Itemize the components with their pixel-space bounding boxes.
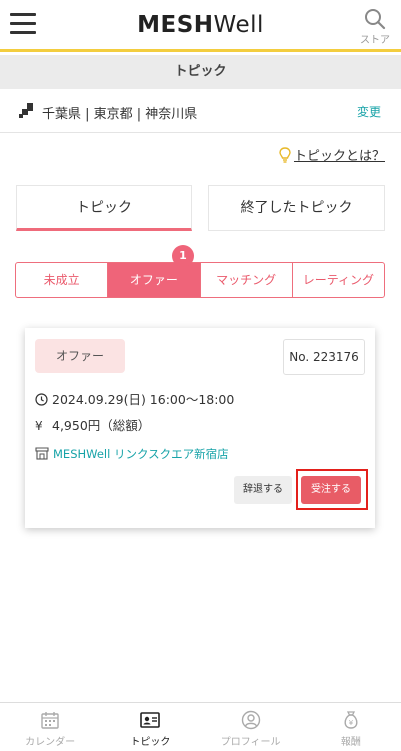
- svg-text:¥: ¥: [349, 719, 354, 727]
- clock-icon: [35, 393, 48, 406]
- segment-unestablished[interactable]: 未成立: [16, 263, 109, 297]
- change-area-link[interactable]: 変更: [357, 103, 381, 120]
- location-icon: [18, 101, 36, 123]
- segment-matching[interactable]: マッチング: [201, 263, 293, 297]
- profile-icon: [241, 710, 260, 730]
- app-logo: MESHWell: [137, 12, 264, 38]
- segment-offer[interactable]: オファー: [108, 263, 201, 297]
- bottom-nav: カレンダー トピック プロフィール ¥ 報酬: [0, 702, 401, 751]
- nav-reward-label: 報酬: [340, 737, 361, 748]
- selected-areas: 千葉県 | 東京都 | 神奈川県: [42, 107, 198, 122]
- nav-calendar[interactable]: カレンダー: [0, 703, 100, 751]
- topic-card-icon: [140, 712, 161, 728]
- offer-count-badge: 1: [172, 245, 194, 267]
- lightbulb-icon: [279, 147, 291, 167]
- store-button[interactable]: ストア: [357, 8, 393, 46]
- nav-profile[interactable]: プロフィール: [201, 703, 301, 751]
- yen-icon: ¥: [35, 419, 43, 433]
- topic-number: No. 223176: [283, 339, 365, 375]
- store-label: ストア: [360, 35, 390, 46]
- shop-name: MESHWell リンクスクエア新宿店: [53, 447, 229, 461]
- tab-topic[interactable]: トピック: [16, 185, 192, 231]
- price-row: ¥4,950円（総額）: [35, 415, 150, 434]
- page-title: トピック: [0, 55, 401, 89]
- accept-highlight-box: [296, 469, 368, 510]
- calendar-icon: [41, 712, 59, 729]
- datetime-text: 2024.09.29(日) 16:00〜18:00: [52, 392, 235, 407]
- nav-topic-label: トピック: [130, 737, 171, 748]
- segment-rating[interactable]: レーティング: [293, 263, 384, 297]
- status-segment-control: 未成立 オファー マッチング レーティング: [15, 262, 385, 298]
- datetime-row: 2024.09.29(日) 16:00〜18:00: [35, 389, 234, 408]
- search-icon: [365, 9, 386, 30]
- price-text: 4,950円（総額）: [52, 418, 151, 433]
- shop-link[interactable]: MESHWell リンクスクエア新宿店: [35, 446, 229, 462]
- store-icon: [35, 447, 49, 460]
- status-badge: オファー: [35, 339, 125, 373]
- nav-topic[interactable]: トピック: [100, 703, 200, 751]
- tab-ended-topics[interactable]: 終了したトピック: [208, 185, 385, 231]
- area-bar: 千葉県 | 東京都 | 神奈川県 変更: [0, 89, 401, 133]
- help-link-label: トピックとは？: [293, 149, 385, 164]
- topic-help-link[interactable]: トピックとは？: [279, 145, 385, 167]
- nav-calendar-label: カレンダー: [25, 737, 76, 748]
- offer-card: オファー No. 223176 2024.09.29(日) 16:00〜18:0…: [25, 328, 375, 528]
- decline-button[interactable]: 辞退する: [234, 476, 292, 504]
- nav-profile-label: プロフィール: [220, 737, 281, 748]
- money-bag-icon: ¥: [344, 711, 358, 729]
- app-header: MESHWell ストア: [0, 0, 401, 52]
- nav-reward[interactable]: ¥ 報酬: [301, 703, 401, 751]
